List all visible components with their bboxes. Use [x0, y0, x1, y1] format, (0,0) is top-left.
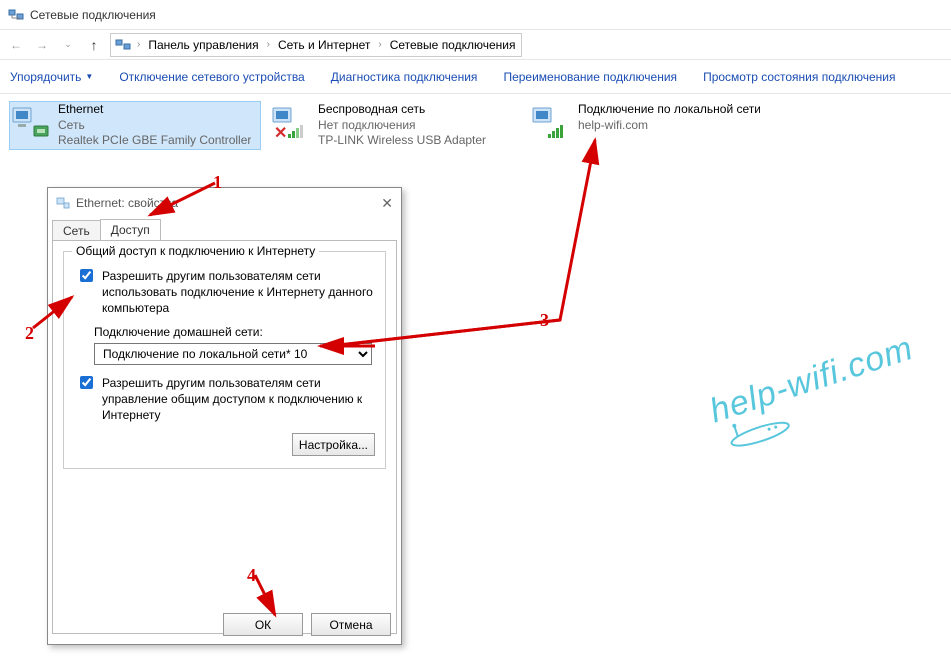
connection-item-lan10[interactable]: Подключение по локальной сети* 10 help-w… — [530, 102, 760, 149]
chevron-right-icon[interactable]: › — [135, 39, 142, 50]
connection-device: Realtek PCIe GBE Family Controller — [58, 133, 251, 149]
ok-button[interactable]: ОК — [223, 613, 303, 636]
connection-status: Сеть — [58, 118, 251, 134]
address-bar: ← → ⌄ ↑ › Панель управления › Сеть и Инт… — [0, 30, 951, 60]
window-title: Сетевые подключения — [30, 8, 156, 22]
disable-device-link[interactable]: Отключение сетевого устройства — [119, 70, 304, 84]
allow-control-label: Разрешить другим пользователям сети упра… — [102, 375, 375, 424]
svg-text:✕: ✕ — [274, 125, 287, 142]
diagnose-link[interactable]: Диагностика подключения — [331, 70, 478, 84]
connection-name: Беспроводная сеть — [318, 102, 486, 118]
home-network-label: Подключение домашней сети: — [94, 325, 375, 339]
wifi-adapter-off-icon: ✕ — [270, 102, 310, 142]
nav-recent-caret-icon[interactable]: ⌄ — [58, 35, 78, 55]
connection-item-ethernet[interactable]: Ethernet Сеть Realtek PCIe GBE Family Co… — [10, 102, 260, 149]
breadcrumb-item[interactable]: Сетевые подключения — [388, 38, 518, 52]
cancel-button[interactable]: Отмена — [311, 613, 391, 636]
breadcrumb[interactable]: › Панель управления › Сеть и Интернет › … — [110, 33, 522, 57]
allow-sharing-checkbox[interactable] — [80, 269, 93, 282]
connection-name: Ethernet — [58, 102, 251, 118]
annotation-4: 4 — [247, 565, 256, 586]
connection-status: help-wifi.com — [578, 118, 760, 134]
watermark: help-wifi.com — [705, 329, 926, 456]
nav-back-icon[interactable]: ← — [6, 35, 26, 55]
organize-label: Упорядочить — [10, 70, 81, 84]
connection-item-wireless[interactable]: ✕ Беспроводная сеть Нет подключения TP-L… — [270, 102, 520, 149]
connection-device: TP-LINK Wireless USB Adapter — [318, 133, 486, 149]
ethernet-properties-dialog: Ethernet: свойства ✕ Сеть Доступ Общий д… — [47, 187, 402, 645]
tab-sharing-label: Доступ — [111, 223, 150, 237]
dialog-title: Ethernet: свойства — [76, 196, 178, 210]
ok-button-label: ОК — [255, 618, 271, 632]
ics-group: Общий доступ к подключению к Интернету Р… — [63, 251, 386, 469]
annotation-2: 2 — [25, 323, 34, 344]
adapter-icon — [56, 196, 70, 210]
nav-up-icon[interactable]: ↑ — [84, 35, 104, 55]
chevron-right-icon[interactable]: › — [265, 39, 272, 50]
annotation-3: 3 — [540, 310, 549, 331]
connection-status: Нет подключения — [318, 118, 486, 134]
chevron-right-icon[interactable]: › — [376, 39, 383, 50]
tab-network[interactable]: Сеть — [52, 220, 101, 241]
network-connections-icon — [115, 37, 131, 53]
ethernet-adapter-icon — [10, 102, 50, 142]
home-network-select[interactable]: Подключение по локальной сети* 10 — [94, 343, 372, 365]
explorer-titlebar: Сетевые подключения — [0, 0, 951, 30]
sharing-panel: Общий доступ к подключению к Интернету Р… — [52, 240, 397, 634]
connection-name: Подключение по локальной сети* 10 — [578, 102, 760, 118]
rename-link[interactable]: Переименование подключения — [503, 70, 677, 84]
dialog-tabs: Сеть Доступ — [48, 218, 401, 240]
allow-control-checkbox[interactable] — [80, 376, 93, 389]
network-connections-icon — [8, 7, 24, 23]
tab-network-label: Сеть — [63, 224, 90, 238]
tab-sharing[interactable]: Доступ — [100, 219, 161, 240]
cancel-button-label: Отмена — [329, 618, 372, 632]
settings-button-label: Настройка... — [299, 438, 368, 452]
connections-panel: Ethernet Сеть Realtek PCIe GBE Family Co… — [0, 94, 951, 154]
command-bar: Упорядочить ▼ Отключение сетевого устрой… — [0, 60, 951, 94]
breadcrumb-item[interactable]: Сеть и Интернет — [276, 38, 372, 52]
dialog-titlebar[interactable]: Ethernet: свойства ✕ — [48, 188, 401, 218]
breadcrumb-item[interactable]: Панель управления — [146, 38, 260, 52]
annotation-1: 1 — [213, 172, 222, 193]
status-link[interactable]: Просмотр состояния подключения — [703, 70, 895, 84]
close-icon[interactable]: ✕ — [381, 195, 393, 212]
organize-menu[interactable]: Упорядочить ▼ — [10, 70, 93, 84]
allow-sharing-label: Разрешить другим пользователям сети испо… — [102, 268, 375, 317]
settings-button[interactable]: Настройка... — [292, 433, 375, 456]
wifi-adapter-on-icon — [530, 102, 570, 142]
caret-down-icon: ▼ — [85, 72, 93, 81]
nav-forward-icon: → — [32, 35, 52, 55]
ics-group-title: Общий доступ к подключению к Интернету — [72, 244, 319, 258]
